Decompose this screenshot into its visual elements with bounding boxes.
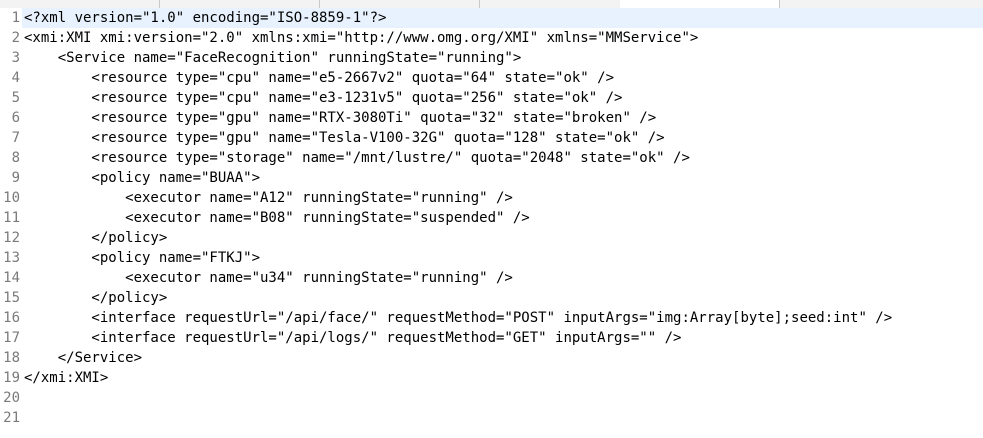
line-number: 10 bbox=[3, 190, 20, 206]
line-number: 19 bbox=[3, 370, 20, 386]
editor-tab-bar bbox=[0, 0, 983, 8]
line-number: 6 bbox=[11, 110, 20, 126]
line-number: 17 bbox=[3, 330, 20, 346]
code-line[interactable]: <resource type="storage" name="/mnt/lust… bbox=[24, 148, 689, 168]
line-number: 13 bbox=[3, 250, 20, 266]
code-line[interactable]: <resource type="cpu" name="e5-2667v2" qu… bbox=[24, 68, 614, 88]
editor-tab[interactable] bbox=[160, 0, 320, 8]
code-line[interactable]: <Service name="FaceRecognition" runningS… bbox=[24, 48, 522, 68]
code-line[interactable]: <policy name="FTKJ"> bbox=[24, 248, 260, 268]
code-line[interactable]: <resource type="gpu" name="Tesla-V100-32… bbox=[24, 128, 664, 148]
code-line[interactable]: <resource type="gpu" name="RTX-3080Ti" q… bbox=[24, 108, 656, 128]
code-line[interactable]: <executor name="B08" runningState="suspe… bbox=[24, 208, 530, 228]
line-number: 3 bbox=[11, 50, 20, 66]
code-line[interactable]: <?xml version="1.0" encoding="ISO-8859-1… bbox=[24, 8, 386, 28]
line-number: 12 bbox=[3, 230, 20, 246]
code-line[interactable]: <interface requestUrl="/api/face/" reque… bbox=[24, 308, 892, 328]
code-line[interactable]: <resource type="cpu" name="e3-1231v5" qu… bbox=[24, 88, 622, 108]
line-number: 18 bbox=[3, 350, 20, 366]
line-number: 14 bbox=[3, 270, 20, 286]
line-number: 20 bbox=[3, 390, 20, 406]
code-editor[interactable]: 1 2 3 4 5 6 7 8 9 10 11 12 13 14 15 16 17 18 19 20 21 <?xml … bbox=[0, 8, 983, 438]
code-line[interactable]: <interface requestUrl="/api/logs/" reque… bbox=[24, 328, 681, 348]
line-number: 1 bbox=[11, 10, 20, 26]
line-number: 4 bbox=[11, 70, 20, 86]
code-line[interactable]: <policy name="BUAA"> bbox=[24, 168, 260, 188]
line-number: 7 bbox=[11, 130, 20, 146]
line-number: 9 bbox=[11, 170, 20, 186]
editor-tab[interactable] bbox=[320, 0, 480, 8]
code-line[interactable]: </policy> bbox=[24, 228, 167, 248]
line-number: 11 bbox=[3, 210, 20, 226]
code-line[interactable]: <executor name="u34" runningState="runni… bbox=[24, 268, 513, 288]
code-line[interactable]: </xmi:XMI> bbox=[24, 368, 108, 388]
line-number: 8 bbox=[11, 150, 20, 166]
code-line[interactable]: <executor name="A12" runningState="runni… bbox=[24, 188, 513, 208]
line-number: 5 bbox=[11, 90, 20, 106]
code-line[interactable]: <xmi:XMI xmi:version="2.0" xmlns:xmi="ht… bbox=[24, 28, 698, 48]
editor-tab-active[interactable] bbox=[620, 0, 780, 8]
code-line[interactable]: </policy> bbox=[24, 288, 167, 308]
editor-tab[interactable] bbox=[0, 0, 160, 8]
line-number: 15 bbox=[3, 290, 20, 306]
line-number: 16 bbox=[3, 310, 20, 326]
code-line[interactable]: </Service> bbox=[24, 348, 142, 368]
line-number: 2 bbox=[11, 30, 20, 46]
line-number: 21 bbox=[3, 410, 20, 426]
